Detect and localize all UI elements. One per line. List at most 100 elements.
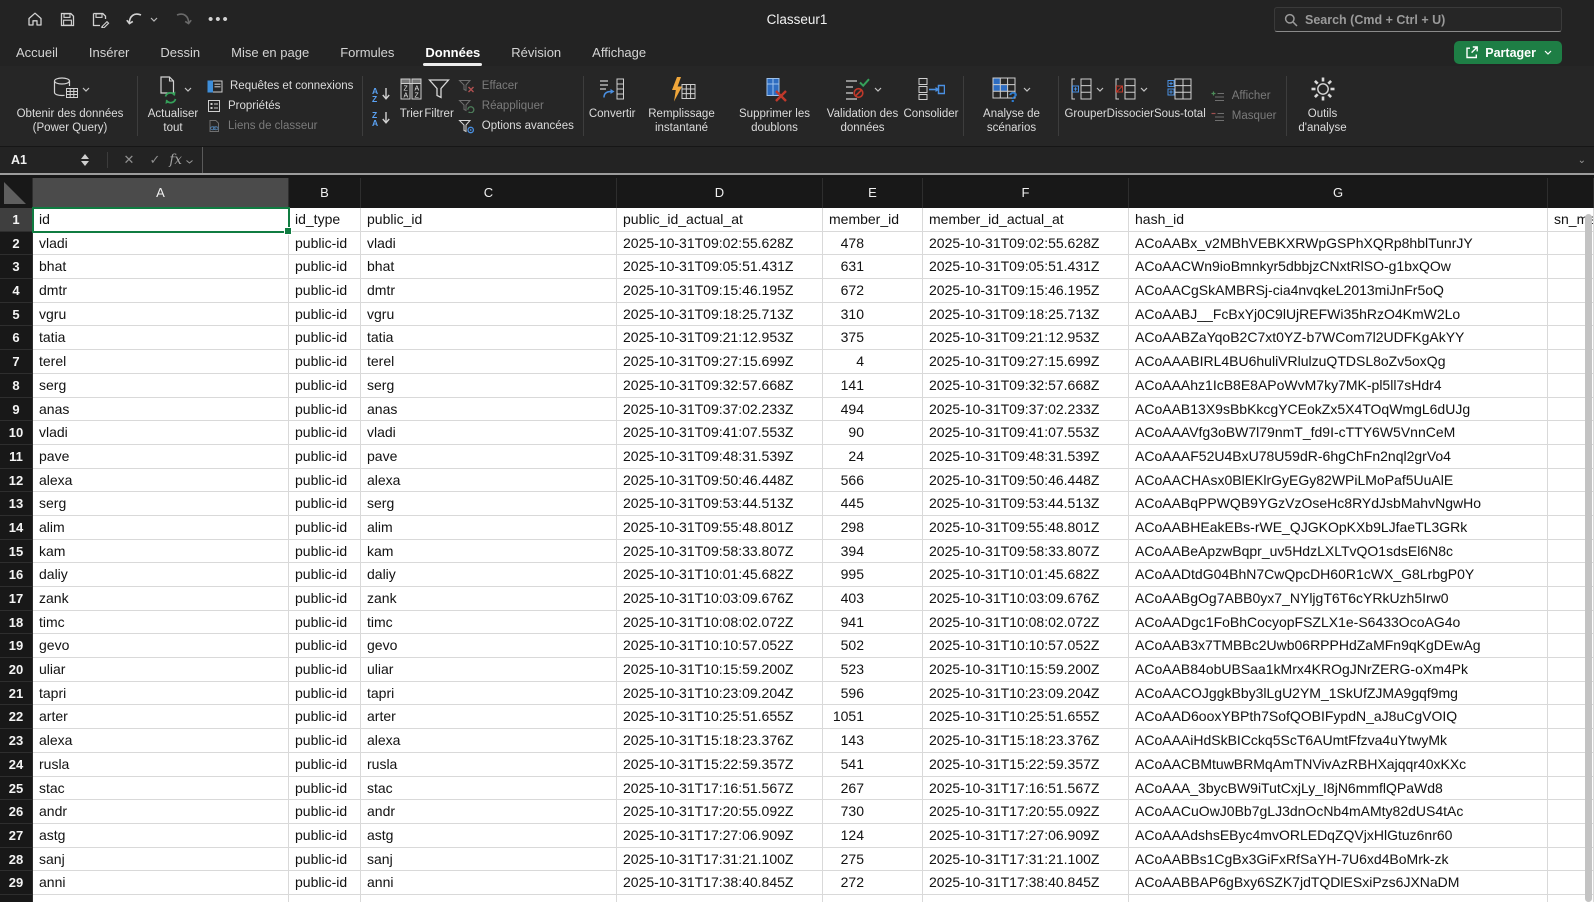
cell-C13[interactable]: serg (361, 492, 617, 516)
row-header-21[interactable]: 21 (0, 682, 33, 706)
cell-G27[interactable]: ACoAAAdshsEByc4mvORLEDqZQVjxHlGtuz6nr60 (1129, 824, 1548, 848)
row-header-22[interactable]: 22 (0, 705, 33, 729)
cell-G7[interactable]: ACoAAABIRL4BU6huliVRlulzuQTDSL8oZv5oxQg (1129, 350, 1548, 374)
cell-G13[interactable]: ACoAABqPPWQB9YGzVzOseHc8RYdJsbMahvNgwHo (1129, 492, 1548, 516)
cell-D12[interactable]: 2025-10-31T09:50:46.448Z (617, 469, 823, 493)
cell-D24[interactable]: 2025-10-31T15:22:59.357Z (617, 753, 823, 777)
cell-B2[interactable]: public-id (289, 232, 361, 256)
cell-A19[interactable]: gevo (33, 634, 289, 658)
row-header-4[interactable]: 4 (0, 279, 33, 303)
cell-B26[interactable]: public-id (289, 800, 361, 824)
cell-G26[interactable]: ACoAACuOwJ0Bb7gLJ3dnOcNb4mAMty82dUS4tAc (1129, 800, 1548, 824)
cell-F14[interactable]: 2025-10-31T09:55:48.801Z (923, 516, 1129, 540)
cell-E28[interactable]: 275 (823, 848, 923, 872)
search-input[interactable]: Search (Cmd + Ctrl + U) (1274, 7, 1562, 32)
cell-C3[interactable]: bhat (361, 255, 617, 279)
cell-G4[interactable]: ACoAACgSkAMBRSj-cia4nvqkeL2013miJnFr5oQ (1129, 279, 1548, 303)
cell-E11[interactable]: 24 (823, 445, 923, 469)
cell-C17[interactable]: zank (361, 587, 617, 611)
get-data-button[interactable]: Obtenir des données (Power Query) (8, 68, 132, 144)
expand-formula-bar-icon[interactable]: ⌄ (1570, 155, 1594, 166)
cell-B21[interactable]: public-id (289, 682, 361, 706)
row-header-20[interactable]: 20 (0, 658, 33, 682)
cell-E19[interactable]: 502 (823, 634, 923, 658)
cell-A29[interactable]: anni (33, 871, 289, 895)
cell-D25[interactable]: 2025-10-31T17:16:51.567Z (617, 777, 823, 801)
cell-D13[interactable]: 2025-10-31T09:53:44.513Z (617, 492, 823, 516)
cell-B25[interactable]: public-id (289, 777, 361, 801)
advanced-filter-button[interactable]: Options avancées (458, 119, 574, 134)
column-header-partial[interactable] (1548, 178, 1594, 208)
cell-E23[interactable]: 143 (823, 729, 923, 753)
cell-E13[interactable]: 445 (823, 492, 923, 516)
cell-D5[interactable]: 2025-10-31T09:18:25.713Z (617, 303, 823, 327)
cell-C26[interactable]: andr (361, 800, 617, 824)
cell-A11[interactable]: pave (33, 445, 289, 469)
cell-D21[interactable]: 2025-10-31T10:23:09.204Z (617, 682, 823, 706)
cell-C22[interactable]: arter (361, 705, 617, 729)
flash-fill-button[interactable]: Remplissage instantané (636, 68, 728, 144)
cell-A26[interactable]: andr (33, 800, 289, 824)
row-header-27[interactable]: 27 (0, 824, 33, 848)
row-header-23[interactable]: 23 (0, 729, 33, 753)
cell-E10[interactable]: 90 (823, 421, 923, 445)
cell-C20[interactable]: uliar (361, 658, 617, 682)
name-box[interactable]: A1 (0, 153, 81, 167)
home-icon[interactable] (26, 10, 44, 28)
cell-F3[interactable]: 2025-10-31T09:05:51.431Z (923, 255, 1129, 279)
row-header-11[interactable]: 11 (0, 445, 33, 469)
cell-F15[interactable]: 2025-10-31T09:58:33.807Z (923, 540, 1129, 564)
cell-D8[interactable]: 2025-10-31T09:32:57.668Z (617, 374, 823, 398)
cell-D9[interactable]: 2025-10-31T09:37:02.233Z (617, 398, 823, 422)
cell-B29[interactable]: public-id (289, 871, 361, 895)
cell-G8[interactable]: ACoAAAhz1IcB8E8APoWvM7ky7MK-pl5ll7sHdr4 (1129, 374, 1548, 398)
cell-C30[interactable] (361, 895, 617, 902)
cell-A15[interactable]: kam (33, 540, 289, 564)
column-header-F[interactable]: F (923, 178, 1129, 208)
cell-C1[interactable]: public_id (361, 208, 617, 232)
row-header-18[interactable]: 18 (0, 611, 33, 635)
column-header-C[interactable]: C (361, 178, 617, 208)
name-box-stepper[interactable] (81, 154, 89, 166)
cell-F26[interactable]: 2025-10-31T17:20:55.092Z (923, 800, 1129, 824)
tab-affichage[interactable]: Affichage (592, 38, 646, 66)
cell-B24[interactable]: public-id (289, 753, 361, 777)
cell-G23[interactable]: ACoAAAiHdSkBICckq5ScT6AUmtFfzva4uYtwyMk (1129, 729, 1548, 753)
cell-B6[interactable]: public-id (289, 326, 361, 350)
cell-E21[interactable]: 596 (823, 682, 923, 706)
cell-D30[interactable] (617, 895, 823, 902)
subtotal-button[interactable]: Sous-total (1154, 68, 1206, 144)
cell-G11[interactable]: ACoAAAF52U4BxU78U59dR-6hgChFn2nql2grVo4 (1129, 445, 1548, 469)
cell-E12[interactable]: 566 (823, 469, 923, 493)
cell-B7[interactable]: public-id (289, 350, 361, 374)
cell-F25[interactable]: 2025-10-31T17:16:51.567Z (923, 777, 1129, 801)
undo-chevron-icon[interactable] (150, 17, 158, 22)
cell-F20[interactable]: 2025-10-31T10:15:59.200Z (923, 658, 1129, 682)
cell-C5[interactable]: vgru (361, 303, 617, 327)
cell-F7[interactable]: 2025-10-31T09:27:15.699Z (923, 350, 1129, 374)
cell-C19[interactable]: gevo (361, 634, 617, 658)
cell-F22[interactable]: 2025-10-31T10:25:51.655Z (923, 705, 1129, 729)
cell-D23[interactable]: 2025-10-31T15:18:23.376Z (617, 729, 823, 753)
formula-input[interactable] (202, 147, 1570, 173)
cell-A27[interactable]: astg (33, 824, 289, 848)
cell-G28[interactable]: ACoAABBs1CgBx3GiFxRfSaYH-7U6xd4BoMrk-zk (1129, 848, 1548, 872)
save-as-icon[interactable] (91, 11, 110, 28)
vertical-scrollbar[interactable] (1585, 214, 1592, 902)
cell-D7[interactable]: 2025-10-31T09:27:15.699Z (617, 350, 823, 374)
cell-B18[interactable]: public-id (289, 611, 361, 635)
sort-za-button[interactable]: ZA (371, 110, 395, 126)
data-validation-button[interactable]: Validation des données (822, 68, 904, 144)
filter-button[interactable]: Filtrer (424, 68, 453, 144)
cell-F13[interactable]: 2025-10-31T09:53:44.513Z (923, 492, 1129, 516)
column-header-B[interactable]: B (289, 178, 361, 208)
cell-G30[interactable] (1129, 895, 1548, 902)
row-header-1[interactable]: 1 (0, 208, 33, 232)
cell-G2[interactable]: ACoAABx_v2MBhVEBKXRWpGSPhXQRp8hblTunrJY (1129, 232, 1548, 256)
insert-function-icon[interactable]: fx (168, 152, 194, 168)
cell-F6[interactable]: 2025-10-31T09:21:12.953Z (923, 326, 1129, 350)
cell-D11[interactable]: 2025-10-31T09:48:31.539Z (617, 445, 823, 469)
cell-C29[interactable]: anni (361, 871, 617, 895)
cell-D3[interactable]: 2025-10-31T09:05:51.431Z (617, 255, 823, 279)
tab-revision[interactable]: Révision (511, 38, 561, 66)
